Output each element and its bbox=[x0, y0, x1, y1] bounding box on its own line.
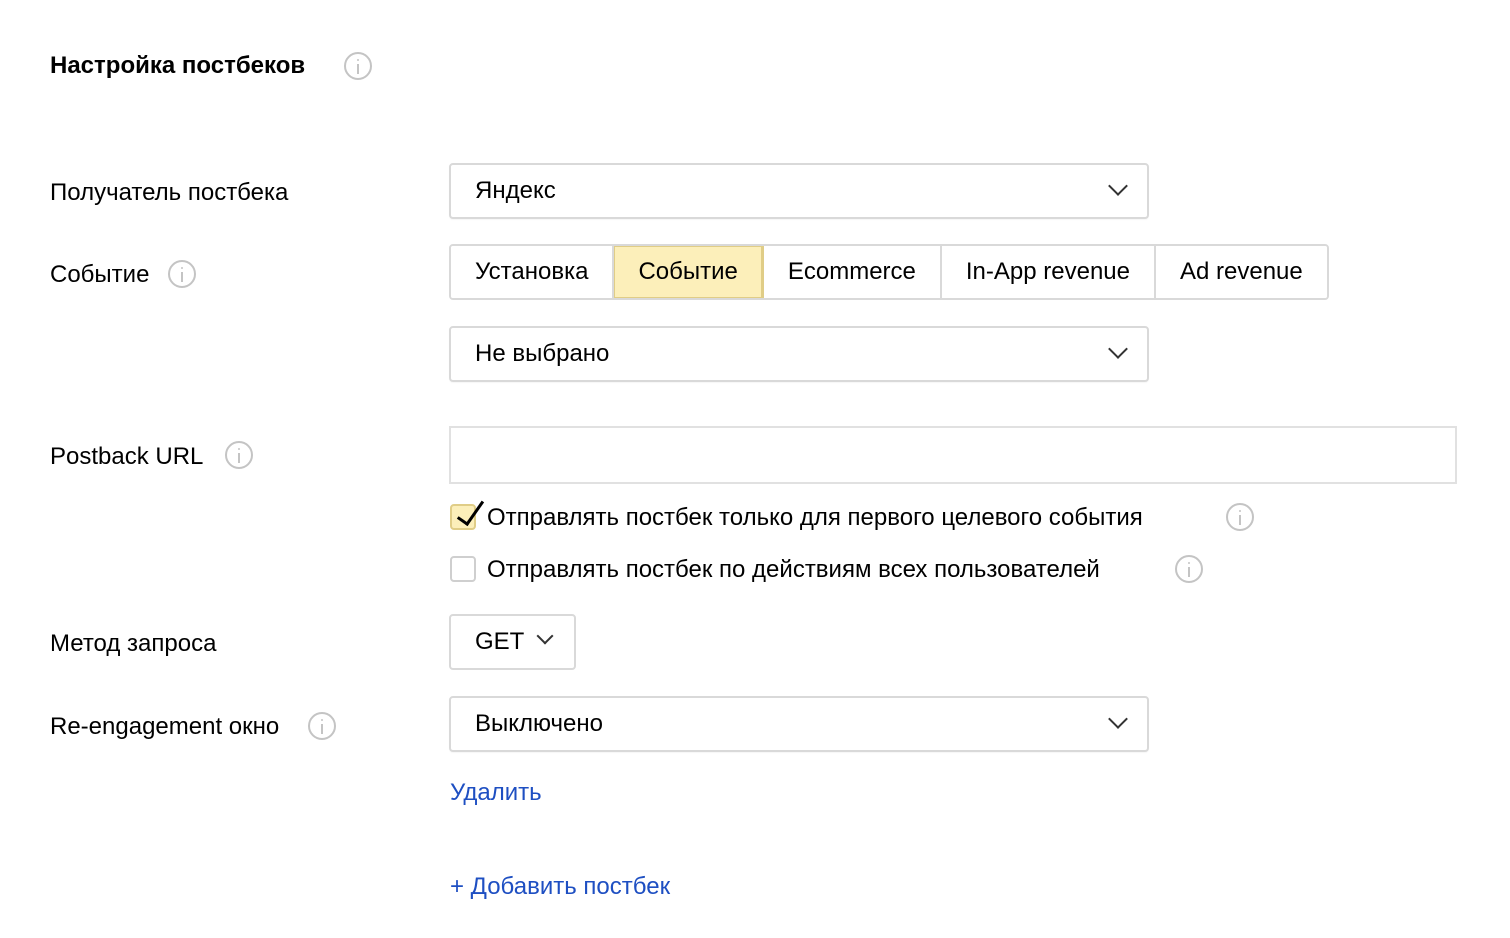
chevron-down-icon bbox=[536, 627, 554, 645]
reengagement-label: Re-engagement окно bbox=[50, 713, 280, 740]
tab-ad-revenue[interactable]: Ad revenue bbox=[1156, 246, 1327, 298]
info-icon[interactable] bbox=[308, 712, 336, 740]
delete-link[interactable]: Удалить bbox=[450, 777, 542, 809]
add-postback-link[interactable]: + Добавить постбек bbox=[450, 871, 670, 903]
page-title: Настройка постбеков bbox=[50, 52, 306, 79]
info-icon[interactable] bbox=[168, 260, 196, 288]
tab-install[interactable]: Установка bbox=[451, 246, 615, 298]
event-select-value: Не выбрано bbox=[475, 340, 610, 367]
info-icon[interactable] bbox=[344, 52, 372, 80]
chevron-down-icon bbox=[1108, 339, 1128, 359]
method-label: Метод запроса bbox=[50, 630, 217, 657]
recipient-label: Получатель постбека bbox=[50, 179, 289, 206]
reengagement-select-value: Выключено bbox=[475, 710, 603, 737]
first-event-only-label[interactable]: Отправлять постбек только для первого це… bbox=[487, 502, 1143, 534]
event-select[interactable]: Не выбрано bbox=[449, 326, 1149, 382]
method-select-value: GET bbox=[475, 628, 525, 655]
info-icon[interactable] bbox=[1226, 503, 1254, 531]
info-icon[interactable] bbox=[1175, 555, 1203, 583]
postback-url-label: Postback URL bbox=[50, 443, 204, 470]
tab-ecommerce[interactable]: Ecommerce bbox=[763, 246, 942, 298]
reengagement-select[interactable]: Выключено bbox=[449, 696, 1149, 752]
first-event-only-checkbox[interactable] bbox=[450, 494, 485, 530]
chevron-down-icon bbox=[1108, 176, 1128, 196]
checkmark-icon bbox=[456, 494, 485, 527]
tab-in-app-revenue[interactable]: In-App revenue bbox=[941, 246, 1156, 298]
event-label: Событие bbox=[50, 261, 150, 288]
tab-event[interactable]: Событие bbox=[614, 246, 764, 298]
method-select[interactable]: GET bbox=[449, 614, 576, 670]
all-users-label[interactable]: Отправлять постбек по действиям всех пол… bbox=[487, 554, 1100, 586]
recipient-select-value: Яндекс bbox=[475, 177, 556, 204]
info-icon[interactable] bbox=[225, 441, 253, 469]
chevron-down-icon bbox=[1108, 709, 1128, 729]
event-type-tabs: Установка Событие Ecommerce In-App reven… bbox=[449, 244, 1329, 300]
recipient-select[interactable]: Яндекс bbox=[449, 163, 1149, 219]
all-users-checkbox[interactable] bbox=[450, 556, 476, 582]
postback-url-input[interactable] bbox=[449, 426, 1457, 484]
